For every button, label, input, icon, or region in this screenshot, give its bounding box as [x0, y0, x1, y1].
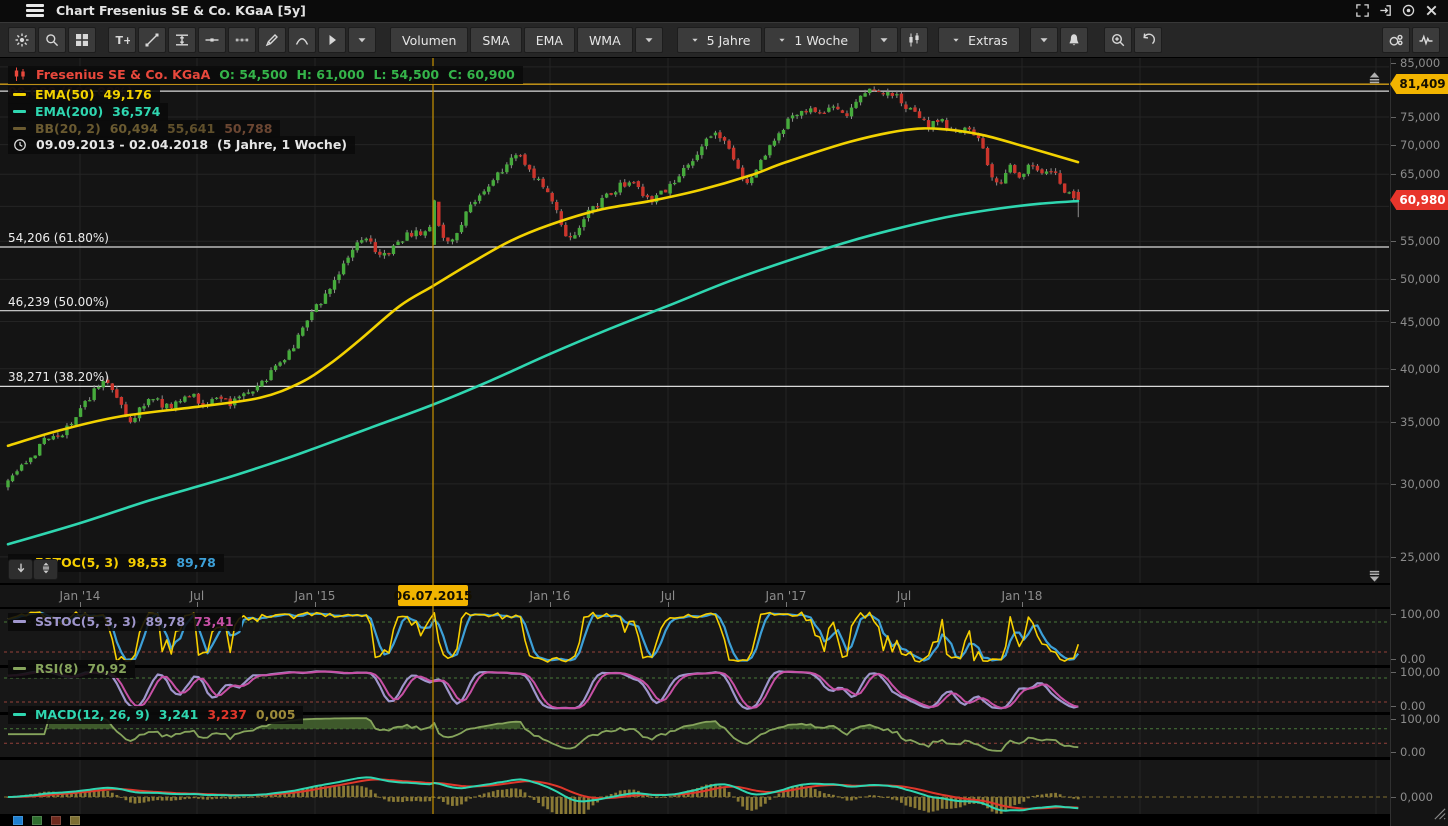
sstoc-d-value: 73,41: [194, 614, 234, 629]
ema200-swatch-icon: [13, 110, 26, 113]
sstoc-d-line: [8, 671, 1078, 708]
ohlc-close: C: 60,900: [448, 67, 515, 82]
chart-style-button[interactable]: [900, 27, 928, 53]
close-button-icon[interactable]: [1424, 3, 1440, 19]
bb-lower-value: 50,788: [224, 121, 272, 136]
macd-swatch-icon: [13, 713, 26, 716]
ema50-line: [8, 128, 1078, 445]
status-square-2[interactable]: [51, 816, 61, 825]
bb-label: BB(20, 2): [35, 121, 101, 136]
chart-style-dropdown[interactable]: [870, 27, 898, 53]
chart-area[interactable]: 80,000 (100.00%) Fresenius SE & Co. KGaA…: [0, 58, 1448, 826]
application-window: Chart Fresenius SE & Co. KGaA [5y] T+ Vol…: [0, 0, 1448, 826]
trendline-tool-button[interactable]: [138, 27, 166, 53]
fstoc-d-value: 89,78: [176, 555, 216, 570]
sstoc-label: SSTOC(5, 3, 3): [35, 614, 137, 629]
rsi-value: 70,92: [87, 661, 127, 676]
bubbles-button[interactable]: [1382, 27, 1410, 53]
ema200-value: 36,574: [112, 104, 160, 119]
wma-button[interactable]: WMA: [577, 27, 633, 53]
fstoc-k-value: 98,53: [128, 555, 168, 570]
instrument-name: Fresenius SE & Co. KGaA: [36, 67, 210, 82]
record-button-icon[interactable]: [1401, 3, 1417, 19]
ema50-swatch-icon: [13, 93, 26, 96]
toolbar-right-group: [1382, 27, 1442, 53]
indicator-panel-button[interactable]: [1412, 27, 1440, 53]
ema50-value: 49,176: [103, 87, 151, 102]
rsi-legend[interactable]: RSI(8) 70,92: [8, 660, 135, 678]
bb-upper-value: 60,494: [110, 121, 158, 136]
toolbar: T+ VolumenSMAEMAWMA 5 Jahre1 Woche Extras: [0, 22, 1448, 58]
sstoc-legend[interactable]: SSTOC(5, 3, 3) 89,78 73,41: [8, 613, 242, 631]
macd-signal-value: 3,237: [207, 707, 247, 722]
window-title: Chart Fresenius SE & Co. KGaA [5y]: [56, 3, 306, 18]
detach-window-button-icon[interactable]: [1378, 3, 1394, 19]
freehand-tool-button[interactable]: [258, 27, 286, 53]
macd-hist-value: 0,005: [256, 707, 296, 722]
candlestick-icon: [13, 67, 27, 82]
menu-icon[interactable]: [26, 4, 44, 18]
ema200-legend[interactable]: EMA(200) 36,574: [8, 103, 168, 121]
search-button[interactable]: [38, 27, 66, 53]
sma-button[interactable]: SMA: [470, 27, 521, 53]
ema50-label: EMA(50): [35, 87, 94, 102]
drawing-tools-dropdown[interactable]: [348, 27, 376, 53]
instrument-legend[interactable]: Fresenius SE & Co. KGaA O: 54,500 H: 61,…: [8, 66, 523, 84]
status-square-0[interactable]: [13, 816, 23, 825]
macd-legend[interactable]: MACD(12, 26, 9) 3,241 3,237 0,005: [8, 706, 303, 724]
range-interval-text: (5 Jahre, 1 Woche): [217, 137, 347, 152]
ema200-line: [8, 201, 1078, 544]
svg-text:T+: T+: [116, 34, 131, 47]
pointer-tool-button[interactable]: [318, 27, 346, 53]
resize-grip[interactable]: [1432, 806, 1447, 821]
extras-dropdown[interactable]: Extras: [938, 27, 1020, 53]
axis-scroll-up-icon[interactable]: [1367, 70, 1383, 84]
zoom-in-button[interactable]: [1104, 27, 1132, 53]
macd-label: MACD(12, 26, 9): [35, 707, 150, 722]
bb-swatch-icon: [13, 127, 26, 130]
ohlc-high: H: 61,000: [296, 67, 364, 82]
fibonacci-tool-button[interactable]: [168, 27, 196, 53]
axis-scroll-down-icon[interactable]: [1367, 569, 1383, 583]
gridlines: [0, 58, 1389, 814]
text-tool-button[interactable]: T+: [108, 27, 136, 53]
undo-button[interactable]: [1134, 27, 1162, 53]
ema-button[interactable]: EMA: [524, 27, 575, 53]
macd-value: 3,241: [159, 707, 199, 722]
indicators-dropdown[interactable]: [635, 27, 663, 53]
horizontal-line-tool-button[interactable]: [198, 27, 226, 53]
arc-tool-button[interactable]: [288, 27, 316, 53]
bb-middle-value: 55,641: [167, 121, 215, 136]
maximize-button-icon[interactable]: [1355, 3, 1371, 19]
scroll-down-button[interactable]: [8, 559, 33, 580]
date-range-legend: 09.09.2013 - 02.04.2018 (5 Jahre, 1 Woch…: [8, 136, 355, 154]
rsi-label: RSI(8): [35, 661, 78, 676]
settings-button[interactable]: [8, 27, 36, 53]
layout-button[interactable]: [68, 27, 96, 53]
rsi-swatch-icon: [13, 667, 26, 670]
title-bar: Chart Fresenius SE & Co. KGaA [5y]: [0, 0, 1448, 22]
ema50-legend[interactable]: EMA(50) 49,176: [8, 86, 160, 104]
ema200-label: EMA(200): [35, 104, 103, 119]
alerts-dropdown[interactable]: [1030, 27, 1058, 53]
indicator-status-squares: [13, 816, 80, 825]
clock-icon: [13, 138, 27, 152]
range-dropdown[interactable]: 5 Jahre: [677, 27, 763, 53]
window-controls: [1355, 3, 1440, 19]
ohlc-open: O: 54,500: [219, 67, 287, 82]
volume-button[interactable]: Volumen: [390, 27, 468, 53]
interval-dropdown[interactable]: 1 Woche: [764, 27, 860, 53]
alert-bell-button[interactable]: [1060, 27, 1088, 53]
date-range-text: 09.09.2013 - 02.04.2018: [36, 137, 208, 152]
dotted-line-tool-button[interactable]: [228, 27, 256, 53]
panel-expander-button[interactable]: [33, 559, 58, 580]
sstoc-k-value: 89,78: [146, 614, 186, 629]
status-square-1[interactable]: [32, 816, 42, 825]
status-square-3[interactable]: [70, 816, 80, 825]
ohlc-low: L: 54,500: [374, 67, 440, 82]
sstoc-swatch-icon: [13, 620, 26, 623]
